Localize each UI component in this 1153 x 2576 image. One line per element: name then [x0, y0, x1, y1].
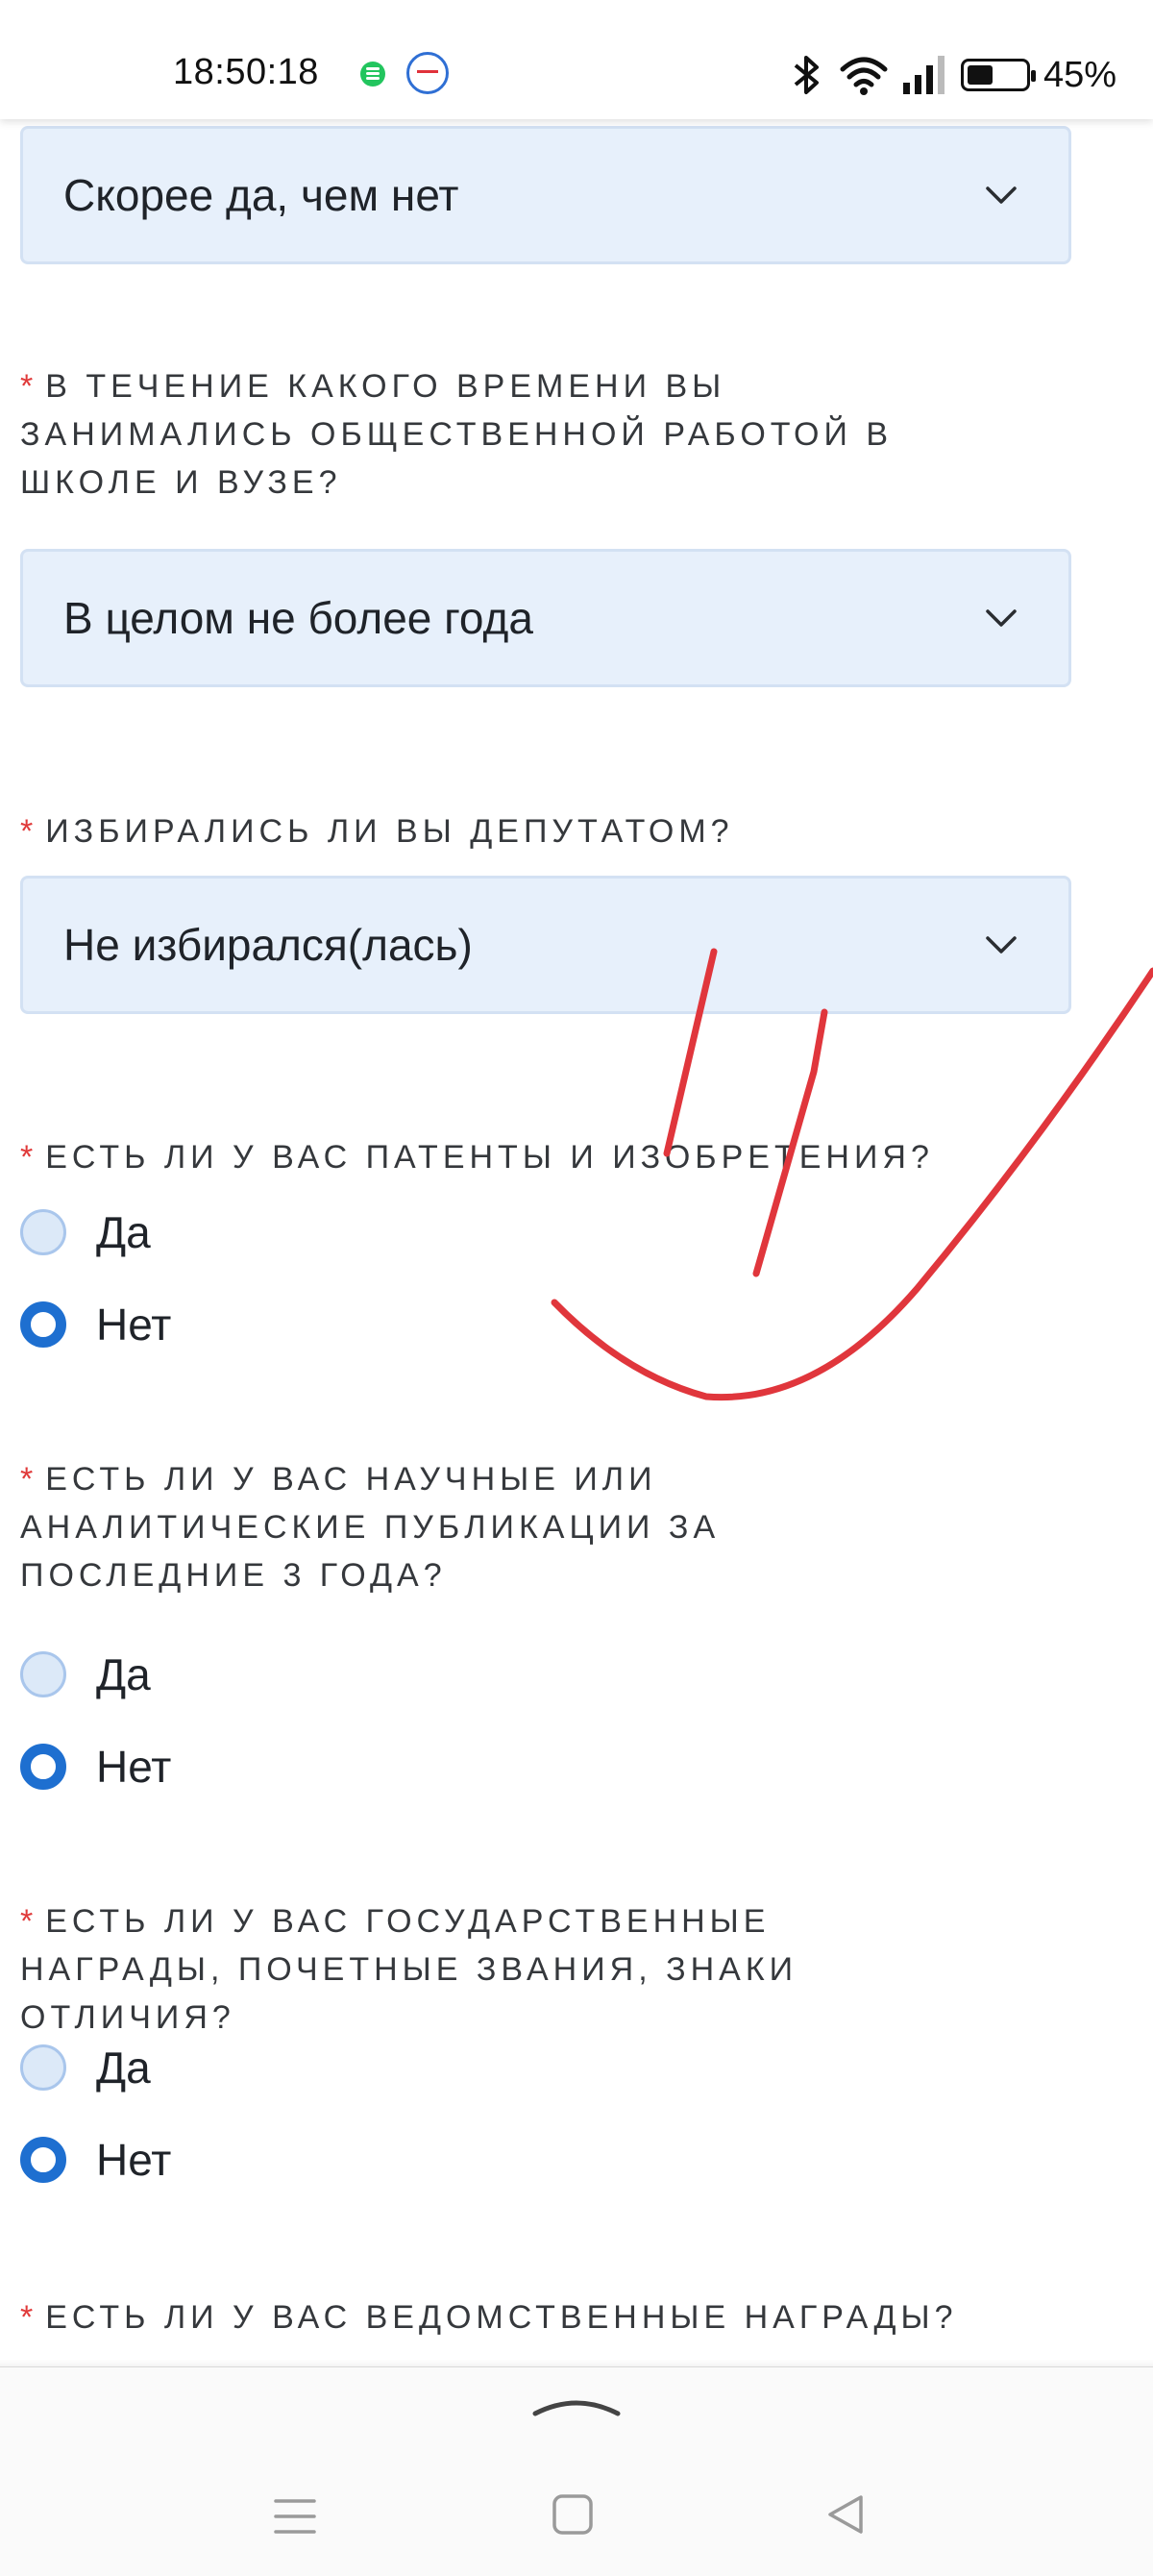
menu-icon[interactable]	[274, 2495, 316, 2538]
radio-label: Нет	[96, 1300, 172, 1350]
bluetooth-icon	[794, 56, 819, 94]
radio-label: Нет	[96, 2135, 172, 2185]
chevron-up-icon[interactable]	[531, 2394, 622, 2417]
radio-option-yes[interactable]: Да	[20, 1203, 151, 1261]
question-public-work: * В течение какого времени вы занимались …	[20, 362, 981, 507]
question-patents: * Есть ли у вас патенты и изобретения?	[20, 1133, 981, 1181]
question-label: Есть ли у вас научные или аналитические …	[20, 1461, 721, 1594]
question-label: Есть ли у вас патенты и изобретения?	[45, 1139, 934, 1176]
radio-label: Да	[96, 1649, 151, 1699]
radio-button[interactable]	[20, 1209, 66, 1255]
radio-label: Нет	[96, 1742, 172, 1792]
wifi-icon	[840, 57, 888, 95]
dropdown-value: Не избирался(лась)	[63, 920, 473, 970]
signal-icon	[902, 56, 944, 94]
radio-option-no[interactable]: Нет	[20, 1296, 171, 1353]
chevron-down-icon	[986, 186, 1017, 204]
radio-button[interactable]	[20, 2044, 66, 2091]
question-label: Есть ли у вас ведомственные награды?	[45, 2299, 958, 2336]
chevron-down-icon	[986, 609, 1017, 627]
battery-percent: 45%	[1043, 54, 1116, 95]
question-publications: * Есть ли у вас научные или аналитические…	[20, 1455, 981, 1599]
radio-button-selected[interactable]	[20, 1301, 66, 1348]
question-state-awards: * Есть ли у вас государственные награды, …	[20, 1897, 981, 2042]
radio-label: Да	[96, 2043, 151, 2093]
home-icon[interactable]	[552, 2493, 594, 2536]
required-asterisk: *	[20, 1139, 38, 1176]
battery-icon	[960, 59, 1036, 91]
radio-option-no[interactable]: Нет	[20, 2131, 171, 2189]
radio-button[interactable]	[20, 1651, 66, 1697]
deputy-dropdown[interactable]: Не избирался(лась)	[20, 876, 1071, 1014]
required-asterisk: *	[20, 2299, 38, 2336]
form-content: Скорее да, чем нет * В течение какого вре…	[0, 119, 1153, 2368]
question-label: Есть ли у вас государственные награды, п…	[20, 1903, 798, 2036]
status-time: 18:50:18	[173, 52, 319, 92]
radio-option-yes[interactable]: Да	[20, 1646, 151, 1703]
radio-option-no[interactable]: Нет	[20, 1738, 171, 1796]
gosuslugi-icon	[406, 52, 449, 94]
question-deputy: * Избирались ли вы депутатом?	[20, 807, 981, 855]
radio-button-selected[interactable]	[20, 1744, 66, 1790]
dropdown-value: Скорее да, чем нет	[63, 170, 459, 220]
status-icons: 45%	[788, 52, 1116, 98]
dropdown-value: В целом не более года	[63, 593, 533, 643]
question-label: В течение какого времени вы занимались о…	[20, 368, 894, 501]
chevron-down-icon	[986, 936, 1017, 954]
radio-option-yes[interactable]: Да	[20, 2039, 151, 2096]
question-dept-awards: * Есть ли у вас ведомственные награды?	[20, 2293, 981, 2341]
messages-icon	[360, 62, 385, 87]
radio-button-selected[interactable]	[20, 2137, 66, 2183]
radio-label: Да	[96, 1207, 151, 1257]
back-icon[interactable]	[824, 2493, 867, 2536]
status-bar: 18:50:18 45%	[0, 0, 1153, 119]
required-asterisk: *	[20, 1903, 38, 1940]
question-label: Избирались ли вы депутатом?	[45, 813, 734, 850]
required-asterisk: *	[20, 368, 38, 405]
required-asterisk: *	[20, 1461, 38, 1498]
bottom-navigation	[0, 2360, 1153, 2576]
screen: 18:50:18 45% Скорее да, чем нет * В ТЕЧЕ…	[0, 0, 1153, 2576]
answer-dropdown-top[interactable]: Скорее да, чем нет	[20, 126, 1071, 264]
required-asterisk: *	[20, 813, 38, 850]
public-work-dropdown[interactable]: В целом не более года	[20, 549, 1071, 687]
